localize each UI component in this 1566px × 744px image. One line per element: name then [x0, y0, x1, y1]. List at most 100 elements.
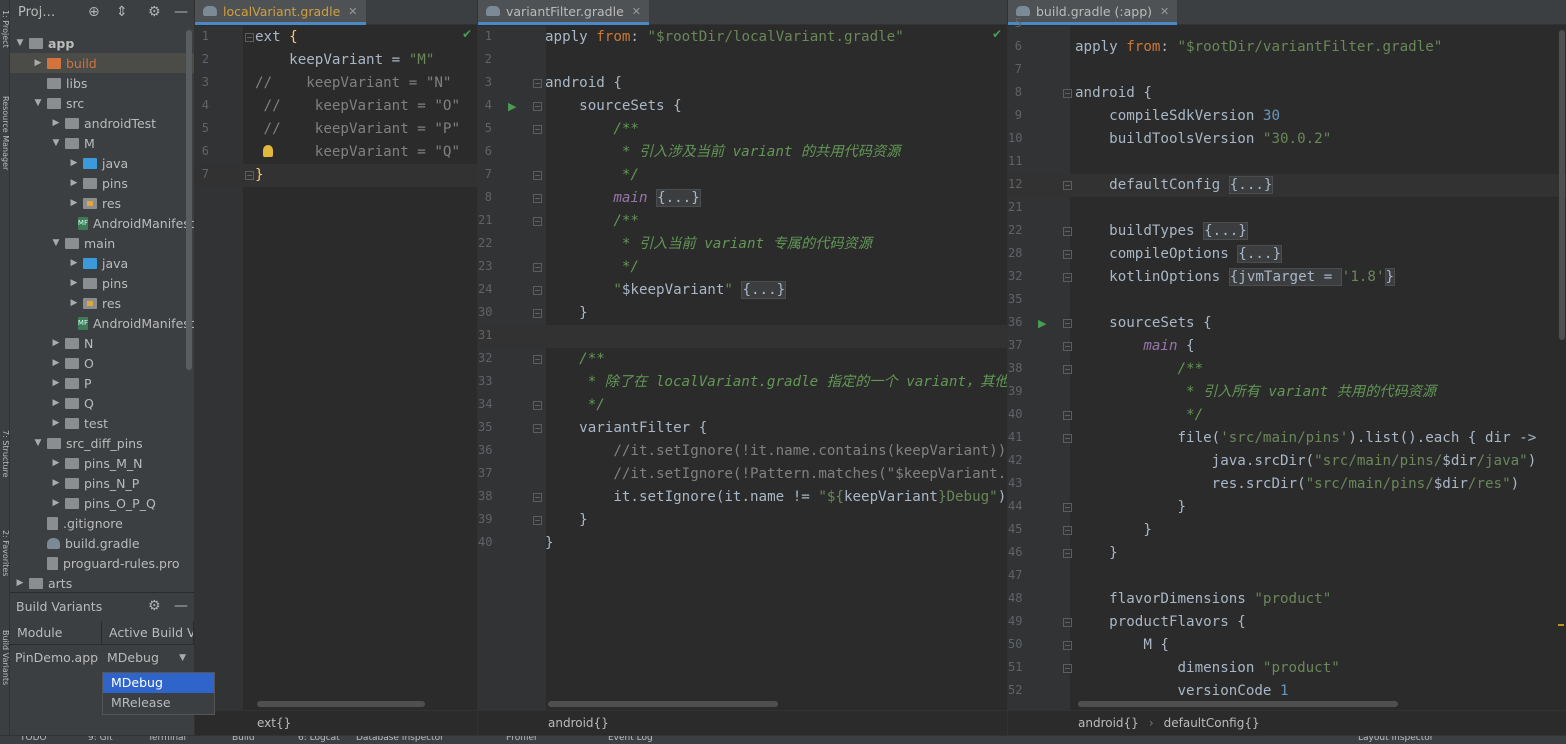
- fold-marker-icon[interactable]: −: [533, 79, 542, 88]
- fold-marker-icon[interactable]: −: [533, 263, 542, 272]
- chevron-right-icon[interactable]: ▶: [68, 178, 80, 188]
- build-variants-tool-tab[interactable]: Build Variants: [0, 630, 10, 730]
- fold-marker-icon[interactable]: −: [245, 33, 254, 42]
- fold-marker-icon[interactable]: −: [1063, 89, 1072, 98]
- vertical-scrollbar[interactable]: [1559, 30, 1565, 340]
- fold-marker-icon[interactable]: −: [533, 217, 542, 226]
- minimize-icon[interactable]: —: [174, 598, 188, 614]
- tree-item[interactable]: ▶ P: [10, 373, 194, 393]
- fold-marker-icon[interactable]: −: [533, 309, 542, 318]
- warning-marker[interactable]: [1558, 624, 1564, 626]
- chevron-right-icon[interactable]: ▶: [50, 458, 62, 468]
- chevron-right-icon[interactable]: ▶: [68, 298, 80, 308]
- tree-item[interactable]: ▼ app: [10, 33, 194, 53]
- fold-marker-icon[interactable]: −: [1063, 503, 1072, 512]
- tree-item[interactable]: ▶MFAndroidManifest.xml: [10, 213, 194, 233]
- fold-marker-icon[interactable]: −: [533, 493, 542, 502]
- chevron-right-icon[interactable]: ▶: [50, 378, 62, 388]
- tree-item[interactable]: ▶ build: [10, 53, 194, 73]
- chevron-down-icon[interactable]: ▼: [32, 438, 44, 448]
- variant-option[interactable]: MRelease: [103, 693, 214, 713]
- module-column-header[interactable]: Module: [10, 621, 102, 645]
- breadcrumb-item[interactable]: android{}: [1078, 716, 1139, 730]
- fold-marker-icon[interactable]: −: [1063, 273, 1072, 282]
- chevron-down-icon[interactable]: ▼: [14, 38, 26, 48]
- project-tool-tab[interactable]: 1: Project: [0, 10, 10, 70]
- tree-item[interactable]: ▶ test: [10, 413, 194, 433]
- tree-item[interactable]: ▶ java: [10, 153, 194, 173]
- status-item[interactable]: Database Inspector: [356, 736, 444, 743]
- fold-marker-icon[interactable]: −: [533, 516, 542, 525]
- status-item[interactable]: Build: [232, 736, 255, 743]
- fold-marker-icon[interactable]: −: [1063, 227, 1072, 236]
- chevron-down-icon[interactable]: ▼: [50, 238, 62, 248]
- tree-item[interactable]: ▶ pins_O_P_Q: [10, 493, 194, 513]
- breadcrumb-item[interactable]: ext{}: [257, 716, 291, 730]
- horizontal-scrollbar[interactable]: [548, 701, 778, 707]
- tree-item[interactable]: ▼ src: [10, 93, 194, 113]
- fold-marker-icon[interactable]: −: [533, 424, 542, 433]
- close-icon[interactable]: ✕: [1160, 5, 1169, 18]
- chevron-right-icon[interactable]: ▶: [50, 478, 62, 488]
- fold-marker-icon[interactable]: −: [1063, 526, 1072, 535]
- minimize-icon[interactable]: —: [174, 4, 188, 20]
- active-variant-column-header[interactable]: Active Build Variant: [102, 621, 194, 645]
- tree-item[interactable]: ▼ M: [10, 133, 194, 153]
- fold-marker-icon[interactable]: −: [1063, 434, 1072, 443]
- fold-marker-icon[interactable]: −: [1063, 342, 1072, 351]
- tree-item[interactable]: ▶.gitignore: [10, 513, 194, 533]
- tree-item[interactable]: ▶build.gradle: [10, 533, 194, 553]
- fold-marker-icon[interactable]: −: [1063, 411, 1072, 420]
- tree-item[interactable]: ▼ src_diff_pins: [10, 433, 194, 453]
- tree-item[interactable]: ▶ java: [10, 253, 194, 273]
- tree-item[interactable]: ▶ pins: [10, 273, 194, 293]
- tree-item[interactable]: ▶ Q: [10, 393, 194, 413]
- tree-item[interactable]: ▼ main: [10, 233, 194, 253]
- breadcrumb-item[interactable]: android{}: [548, 716, 609, 730]
- fold-marker-icon[interactable]: −: [1063, 549, 1072, 558]
- status-item[interactable]: TODO: [20, 736, 47, 743]
- tree-item[interactable]: ▶MFAndroidManifest.xml: [10, 313, 194, 333]
- horizontal-scrollbar[interactable]: [1078, 701, 1398, 707]
- chevron-right-icon[interactable]: ▶: [50, 118, 62, 128]
- chevron-down-icon[interactable]: ▼: [32, 98, 44, 108]
- fold-marker-icon[interactable]: −: [1063, 664, 1072, 673]
- project-scrollbar[interactable]: [186, 30, 192, 370]
- tree-item[interactable]: ▶ res: [10, 193, 194, 213]
- fold-marker-icon[interactable]: −: [533, 102, 542, 111]
- chevron-right-icon[interactable]: ▶: [50, 418, 62, 428]
- fold-marker-icon[interactable]: −: [1063, 618, 1072, 627]
- chevron-right-icon[interactable]: ▶: [68, 198, 80, 208]
- chevron-right-icon[interactable]: ▶: [68, 158, 80, 168]
- chevron-down-icon[interactable]: ▼: [50, 138, 62, 148]
- fold-marker-icon[interactable]: −: [1063, 365, 1072, 374]
- chevron-right-icon[interactable]: ▶: [50, 358, 62, 368]
- tree-item[interactable]: ▶proguard-rules.pro: [10, 553, 194, 573]
- tree-item[interactable]: ▶ pins_M_N: [10, 453, 194, 473]
- fold-marker-icon[interactable]: −: [1063, 641, 1072, 650]
- chevron-right-icon[interactable]: ▶: [68, 258, 80, 268]
- fold-marker-icon[interactable]: −: [1063, 250, 1072, 259]
- collapse-all-icon[interactable]: ⇕: [116, 4, 128, 20]
- run-gutter-icon[interactable]: ▶: [508, 100, 516, 113]
- tree-item[interactable]: ▶ N: [10, 333, 194, 353]
- locate-icon[interactable]: ⊕: [88, 4, 100, 20]
- gear-icon[interactable]: ⚙: [148, 4, 161, 20]
- gear-icon[interactable]: ⚙: [148, 598, 161, 614]
- run-gutter-icon[interactable]: ▶: [1038, 317, 1046, 330]
- fold-marker-icon[interactable]: −: [1063, 181, 1072, 190]
- chevron-right-icon[interactable]: ▶: [68, 278, 80, 288]
- status-item[interactable]: Profiler: [506, 736, 538, 743]
- tree-item[interactable]: ▶ res: [10, 293, 194, 313]
- editor-tab[interactable]: variantFilter.gradle ✕: [478, 0, 649, 25]
- fold-marker-icon[interactable]: −: [533, 355, 542, 364]
- fold-marker-icon[interactable]: −: [533, 286, 542, 295]
- fold-marker-icon[interactable]: −: [1063, 319, 1072, 328]
- chevron-right-icon[interactable]: ▶: [50, 498, 62, 508]
- fold-marker-icon[interactable]: −: [533, 171, 542, 180]
- tree-item[interactable]: ▶libs: [10, 73, 194, 93]
- editor-tab[interactable]: build.gradle (:app) ✕: [1008, 0, 1178, 25]
- status-item[interactable]: 9: Git: [88, 736, 113, 743]
- fold-marker-icon[interactable]: −: [533, 194, 542, 203]
- tree-item[interactable]: ▶ pins: [10, 173, 194, 193]
